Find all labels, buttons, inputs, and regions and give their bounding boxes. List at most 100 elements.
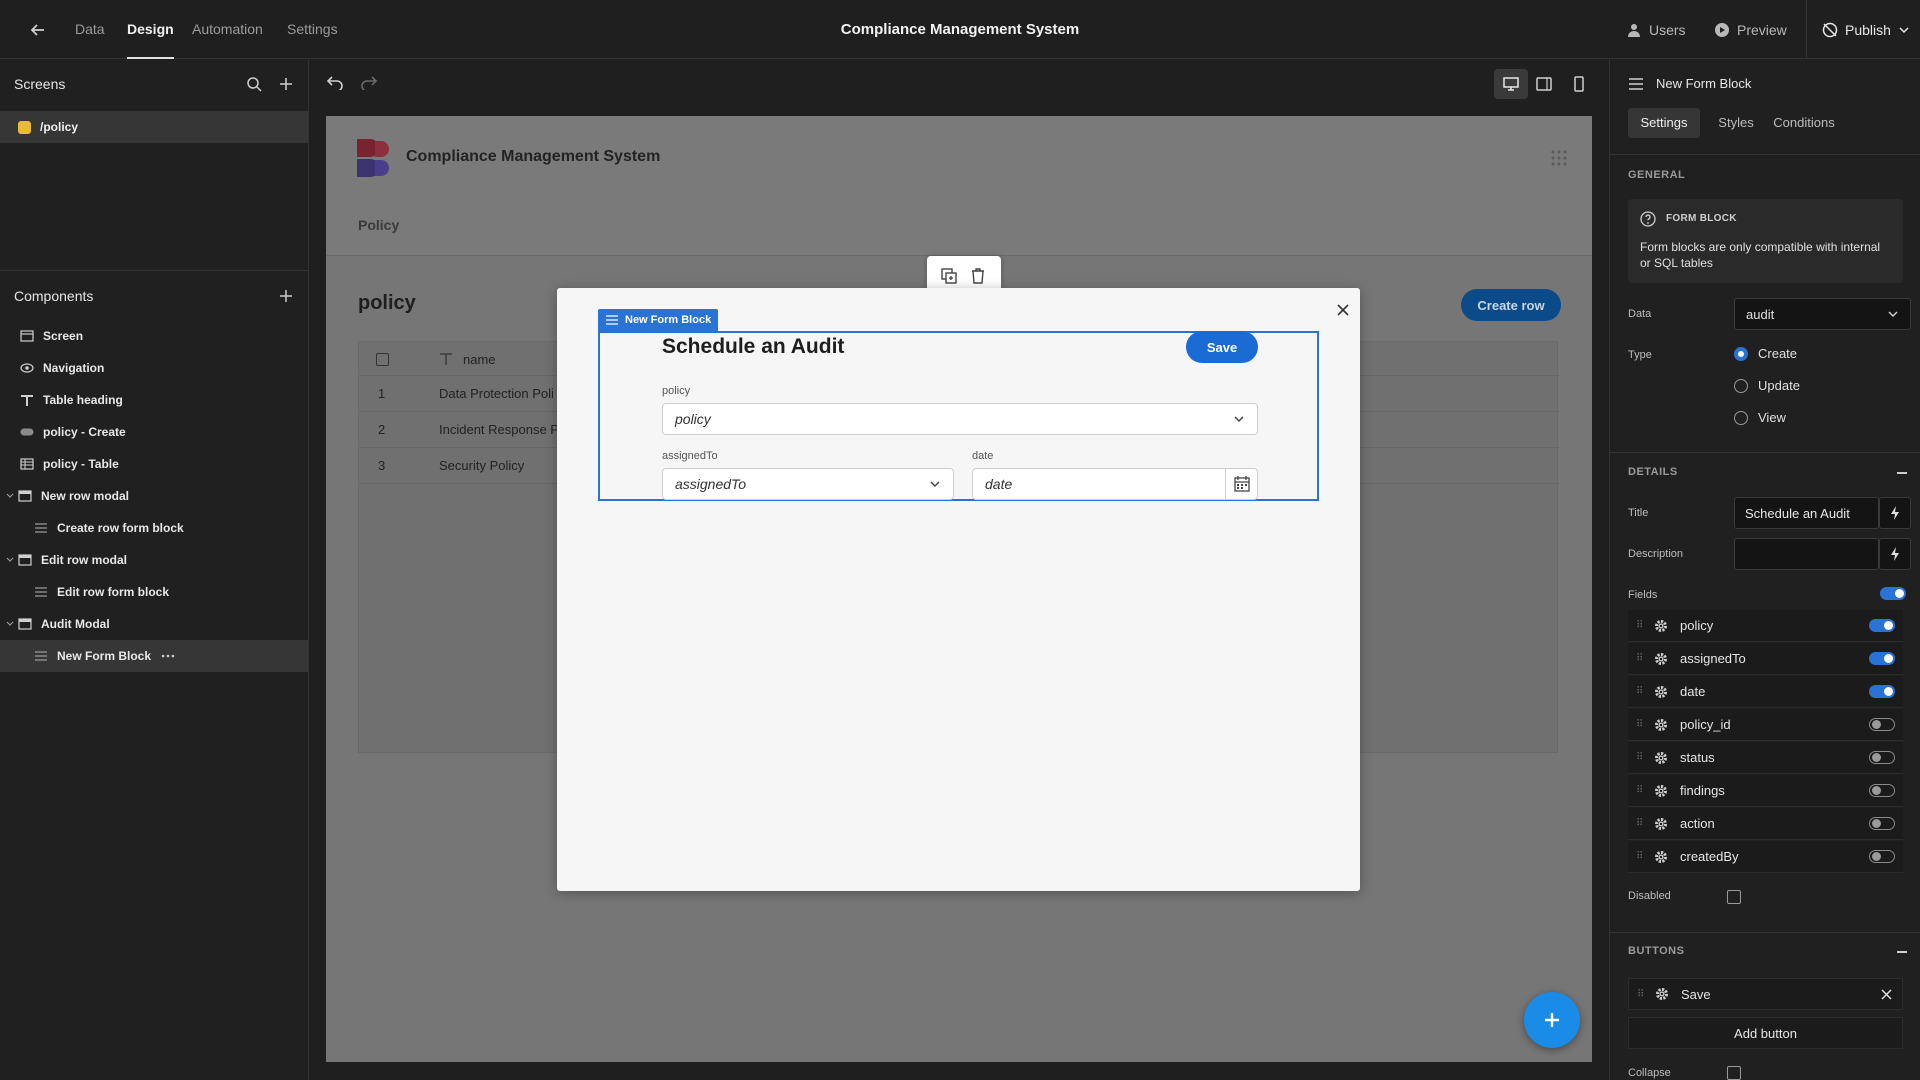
type-radio-create[interactable]: Create bbox=[1734, 346, 1797, 361]
drag-handle-icon[interactable]: ⠿ bbox=[1628, 851, 1646, 862]
description-binding-button[interactable] bbox=[1879, 538, 1911, 570]
date-input[interactable]: date bbox=[972, 468, 1258, 500]
disabled-checkbox[interactable] bbox=[1727, 890, 1741, 904]
button-row-save[interactable]: ⠿ Save bbox=[1628, 978, 1903, 1010]
assignedto-select[interactable]: assignedTo bbox=[662, 468, 954, 500]
calendar-icon[interactable] bbox=[1225, 469, 1257, 499]
close-icon[interactable] bbox=[1881, 988, 1892, 1000]
table-select-all-checkbox[interactable] bbox=[376, 353, 389, 366]
search-icon[interactable] bbox=[246, 76, 262, 92]
gear-icon[interactable] bbox=[1646, 718, 1676, 732]
gear-icon[interactable] bbox=[1646, 751, 1676, 765]
publish-button[interactable]: Publish bbox=[1822, 0, 1910, 59]
component-screen[interactable]: Screen bbox=[0, 320, 308, 352]
title-input[interactable]: Schedule an Audit bbox=[1734, 497, 1879, 529]
component-create-row-form-block[interactable]: Create row form block bbox=[0, 512, 308, 544]
field-toggle[interactable] bbox=[1869, 685, 1895, 698]
field-toggle[interactable] bbox=[1869, 784, 1895, 797]
policy-select[interactable]: policy bbox=[662, 403, 1258, 435]
component-policy-create[interactable]: policy - Create bbox=[0, 416, 308, 448]
trash-icon[interactable] bbox=[971, 268, 985, 284]
component-navigation[interactable]: Navigation bbox=[0, 352, 308, 384]
field-row-policy-id[interactable]: ⠿ policy_id bbox=[1628, 709, 1903, 741]
component-new-form-block[interactable]: New Form Block bbox=[0, 640, 308, 672]
screen-item-policy[interactable]: /policy bbox=[0, 111, 308, 143]
collapse-section-icon[interactable] bbox=[1897, 951, 1907, 953]
gear-icon[interactable] bbox=[1646, 850, 1676, 864]
field-row-action[interactable]: ⠿ action bbox=[1628, 808, 1903, 840]
description-input[interactable] bbox=[1734, 538, 1879, 570]
component-audit-modal[interactable]: Audit Modal bbox=[0, 608, 308, 640]
field-row-findings[interactable]: ⠿ findings bbox=[1628, 775, 1903, 807]
drag-handle-icon[interactable]: ⠿ bbox=[1628, 653, 1646, 664]
field-toggle[interactable] bbox=[1869, 751, 1895, 764]
add-component-fab[interactable] bbox=[1524, 992, 1580, 1048]
drag-handle-icon[interactable]: ⠿ bbox=[1628, 719, 1646, 730]
field-toggle[interactable] bbox=[1869, 850, 1895, 863]
collapse-checkbox[interactable] bbox=[1727, 1066, 1741, 1080]
close-icon[interactable] bbox=[1336, 303, 1350, 317]
table-column-name[interactable]: name bbox=[463, 352, 496, 367]
back-arrow-icon[interactable] bbox=[28, 20, 48, 40]
add-component-icon[interactable] bbox=[278, 288, 294, 304]
desktop-view-button[interactable] bbox=[1494, 69, 1528, 99]
field-toggle[interactable] bbox=[1869, 652, 1895, 665]
drag-handle-icon[interactable]: ⠿ bbox=[1628, 620, 1646, 631]
gear-icon[interactable] bbox=[1646, 619, 1676, 633]
gear-icon[interactable] bbox=[1647, 987, 1677, 1001]
field-row-status[interactable]: ⠿ status bbox=[1628, 742, 1903, 774]
add-screen-icon[interactable] bbox=[278, 76, 294, 92]
tab-styles[interactable]: Styles bbox=[1708, 108, 1764, 138]
more-icon[interactable] bbox=[161, 654, 175, 658]
field-row-policy[interactable]: ⠿ policy bbox=[1628, 610, 1903, 642]
mobile-icon[interactable] bbox=[1574, 76, 1584, 92]
component-table-heading[interactable]: Table heading bbox=[0, 384, 308, 416]
field-row-date[interactable]: ⠿ date bbox=[1628, 676, 1903, 708]
users-button[interactable]: Users bbox=[1626, 0, 1686, 59]
type-radio-view[interactable]: View bbox=[1734, 410, 1786, 425]
create-row-button[interactable]: Create row bbox=[1461, 289, 1561, 321]
drag-handle-icon[interactable]: ⠿ bbox=[1629, 989, 1647, 1000]
gear-icon[interactable] bbox=[1646, 685, 1676, 699]
tab-conditions[interactable]: Conditions bbox=[1764, 108, 1844, 138]
type-radio-update[interactable]: Update bbox=[1734, 378, 1800, 393]
chevron-down-icon[interactable] bbox=[6, 492, 17, 500]
title-binding-button[interactable] bbox=[1879, 497, 1911, 529]
save-button[interactable]: Save bbox=[1186, 331, 1258, 363]
field-toggle[interactable] bbox=[1869, 817, 1895, 830]
component-edit-row-modal[interactable]: Edit row modal bbox=[0, 544, 308, 576]
field-toggle[interactable] bbox=[1869, 718, 1895, 731]
nav-settings[interactable]: Settings bbox=[287, 0, 338, 59]
gear-icon[interactable] bbox=[1646, 652, 1676, 666]
tablet-icon[interactable] bbox=[1536, 77, 1552, 91]
preview-nav-policy[interactable]: Policy bbox=[358, 217, 399, 233]
drag-handle-icon[interactable]: ⠿ bbox=[1628, 785, 1646, 796]
gear-icon[interactable] bbox=[1646, 784, 1676, 798]
form-block-tag[interactable]: New Form Block bbox=[598, 309, 719, 331]
add-button-button[interactable]: Add button bbox=[1628, 1017, 1903, 1049]
drag-handle-icon[interactable]: ⠿ bbox=[1628, 818, 1646, 829]
data-source-select[interactable]: audit bbox=[1734, 298, 1911, 330]
component-edit-row-form-block[interactable]: Edit row form block bbox=[0, 576, 308, 608]
chevron-down-icon[interactable] bbox=[6, 556, 17, 564]
duplicate-icon[interactable] bbox=[941, 268, 957, 284]
fields-master-toggle[interactable] bbox=[1880, 587, 1906, 600]
nav-design[interactable]: Design bbox=[127, 0, 174, 59]
chevron-down-icon[interactable] bbox=[6, 620, 17, 628]
redo-icon[interactable] bbox=[360, 74, 378, 90]
component-policy-table[interactable]: policy - Table bbox=[0, 448, 308, 480]
collapse-section-icon[interactable] bbox=[1897, 472, 1907, 474]
drag-handle-icon[interactable]: ⠿ bbox=[1628, 752, 1646, 763]
preview-button[interactable]: Preview bbox=[1714, 0, 1787, 59]
component-new-row-modal[interactable]: New row modal bbox=[0, 480, 308, 512]
field-toggle[interactable] bbox=[1869, 619, 1895, 632]
nav-automation[interactable]: Automation bbox=[192, 0, 263, 59]
drag-handle-icon[interactable]: ⠿ bbox=[1628, 686, 1646, 697]
gear-icon[interactable] bbox=[1646, 817, 1676, 831]
grid-menu-icon[interactable] bbox=[1551, 150, 1567, 166]
nav-data[interactable]: Data bbox=[75, 0, 105, 59]
tab-settings[interactable]: Settings bbox=[1628, 108, 1700, 138]
field-row-createdby[interactable]: ⠿ createdBy bbox=[1628, 841, 1903, 873]
field-row-assignedto[interactable]: ⠿ assignedTo bbox=[1628, 643, 1903, 675]
undo-icon[interactable] bbox=[326, 74, 344, 90]
